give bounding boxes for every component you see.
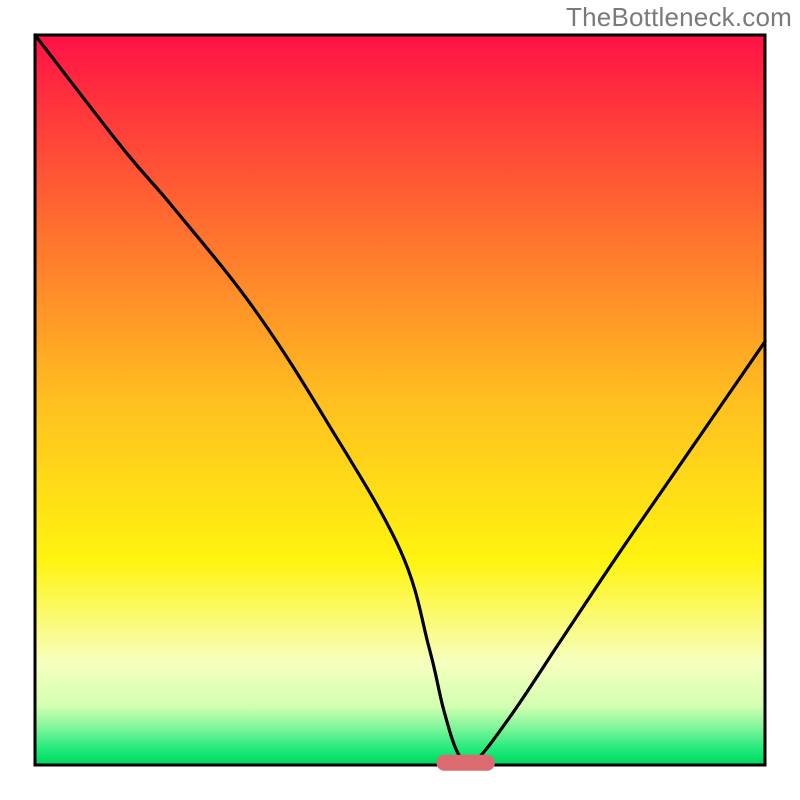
bottleneck-chart-svg: [0, 0, 800, 800]
watermark-text: TheBottleneck.com: [566, 2, 792, 33]
chart-frame: TheBottleneck.com: [0, 0, 800, 800]
optimal-range-marker: [437, 755, 495, 771]
plot-background: [35, 35, 765, 765]
